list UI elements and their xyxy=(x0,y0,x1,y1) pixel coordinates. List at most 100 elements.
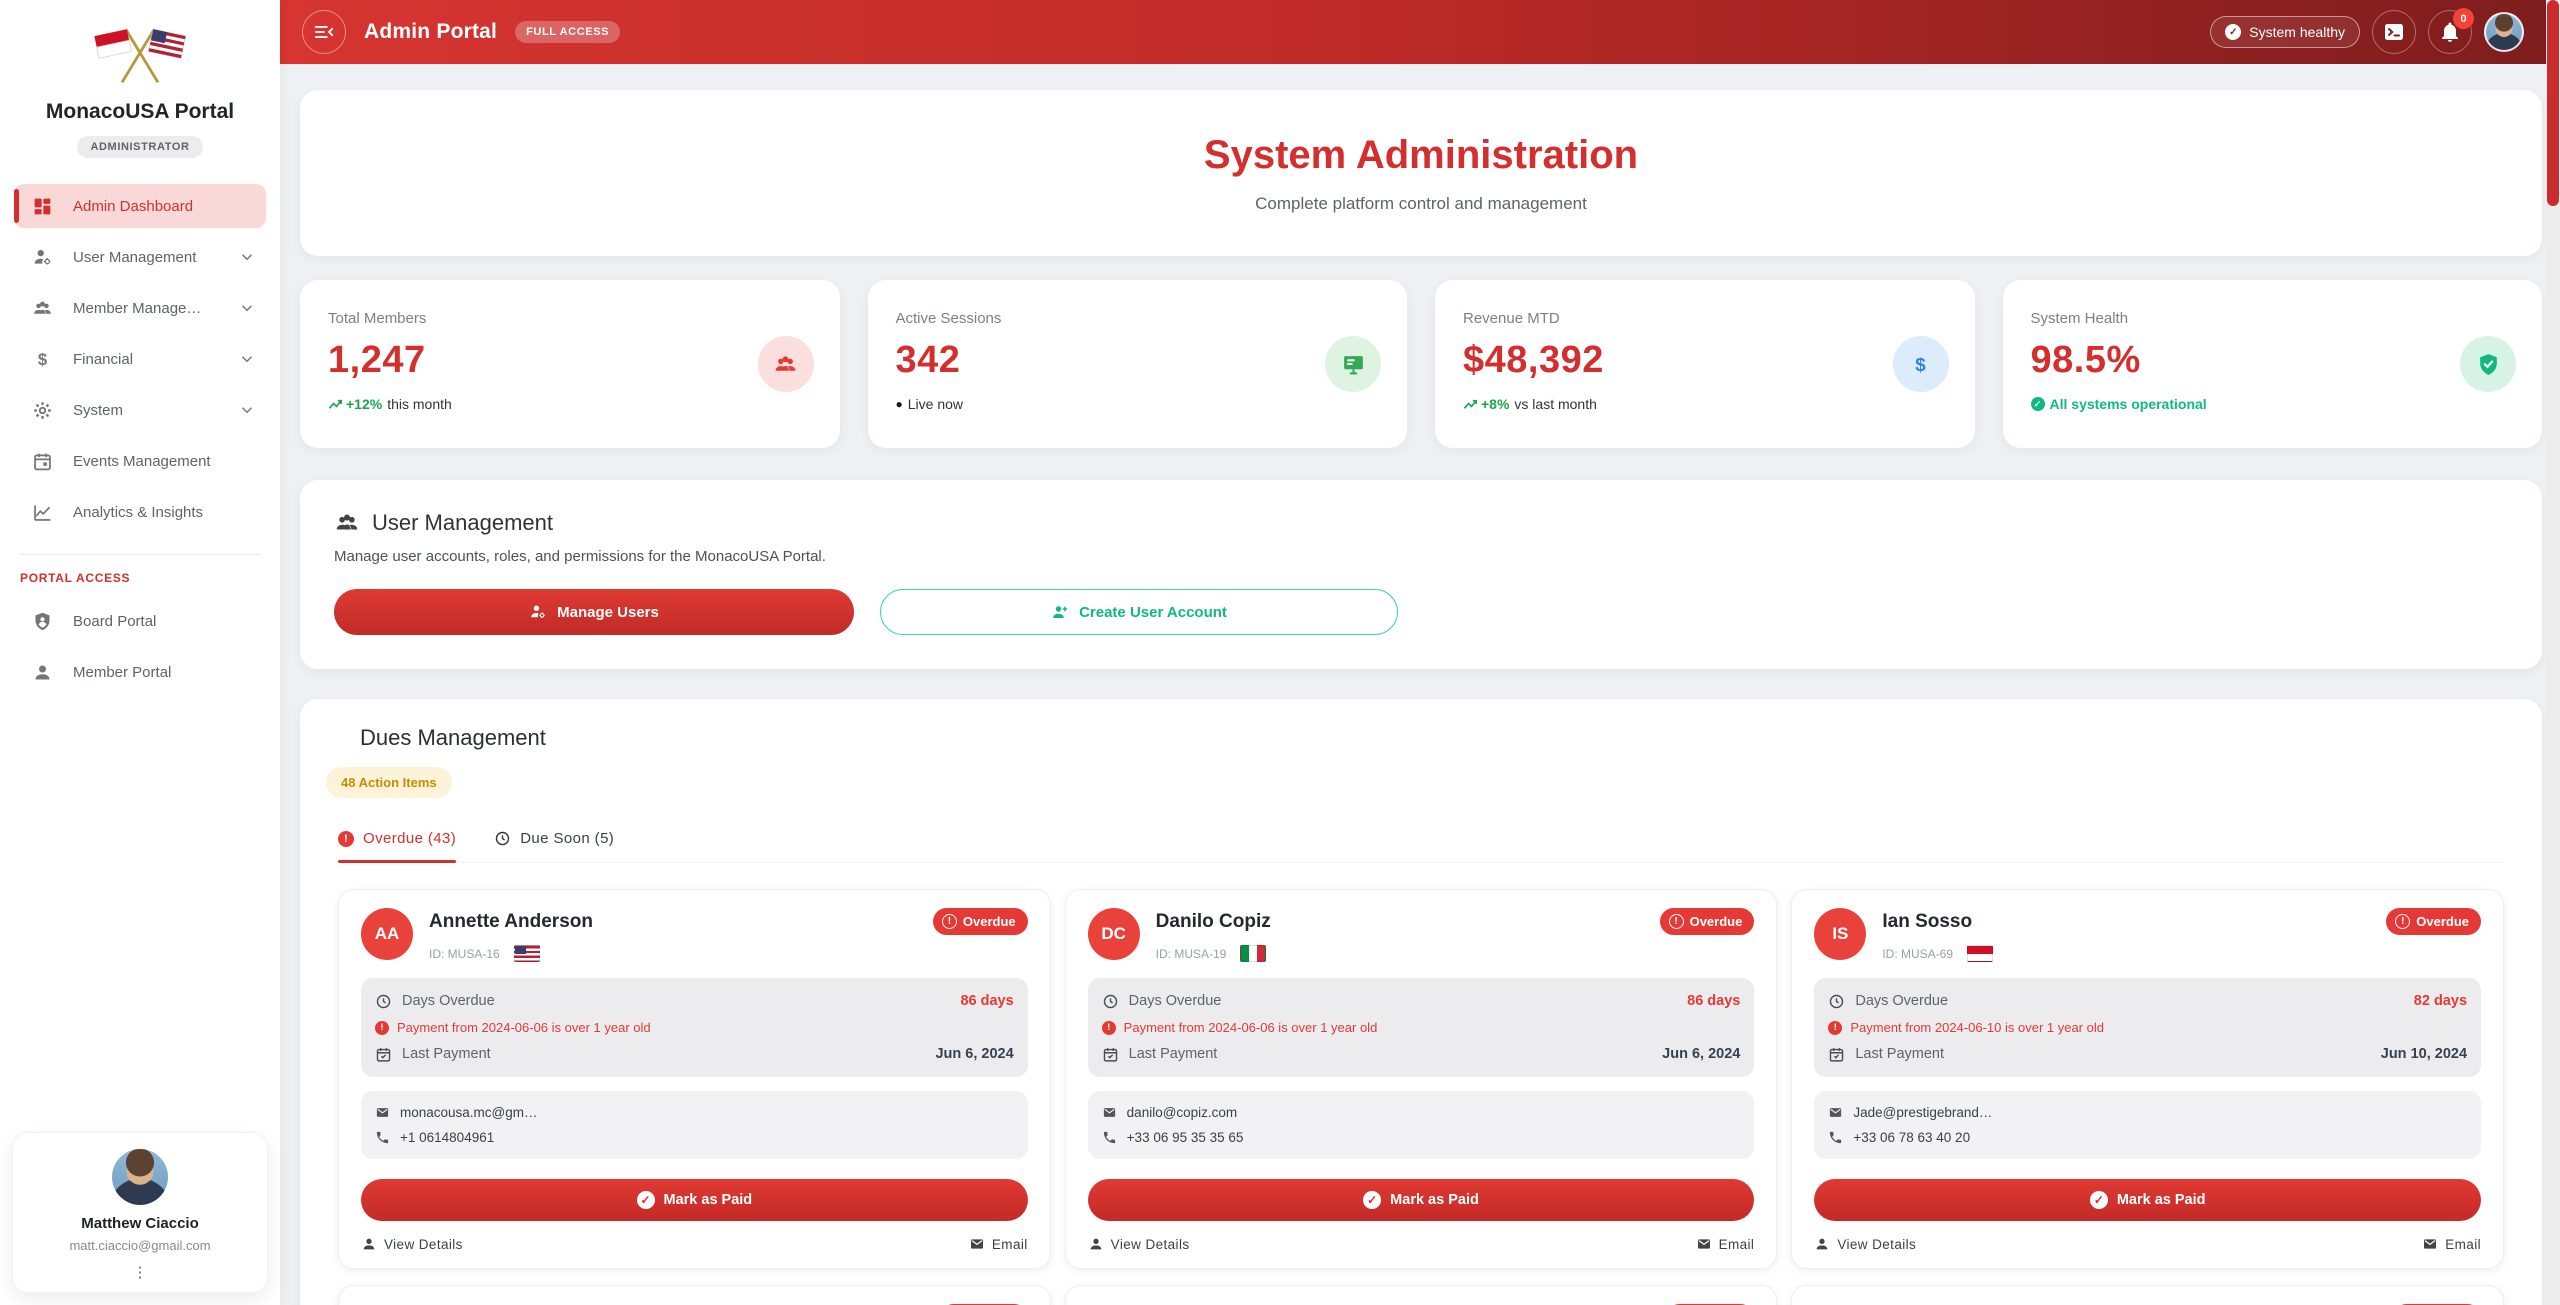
user-management-card: User Management Manage user accounts, ro… xyxy=(300,480,2542,669)
sidebar-item-admin-dashboard[interactable]: Admin Dashboard xyxy=(14,184,266,228)
us-flag-icon xyxy=(514,945,540,962)
menu-toggle-button[interactable] xyxy=(302,10,346,54)
notifications-button[interactable]: 0 xyxy=(2428,10,2472,54)
live-dot-icon: ● xyxy=(896,397,903,411)
revenue-dollar-icon: $ xyxy=(1893,336,1949,392)
calendar-icon xyxy=(32,451,53,472)
payment-info-box: Days Overdue 86 days ! Payment from 2024… xyxy=(1088,978,1755,1077)
terminal-button[interactable] xyxy=(2372,10,2416,54)
tab-due-soon[interactable]: Due Soon (5) xyxy=(494,830,614,862)
user-gear-icon xyxy=(529,603,547,621)
user-gear-icon xyxy=(32,247,53,268)
system-status-label: System healthy xyxy=(2249,24,2345,40)
member-card-footer: View Details Email xyxy=(1814,1236,2481,1252)
last-payment-row: Last Payment Jun 10, 2024 xyxy=(1828,1041,2467,1067)
days-overdue-row: Days Overdue 82 days xyxy=(1828,988,2467,1014)
status-badge: ! Overdue xyxy=(1660,908,1755,935)
member-email-row: monacousa.mc@gm… xyxy=(375,1100,1014,1125)
user-menu-kebab-icon[interactable]: ⋮ xyxy=(133,1263,148,1281)
view-details-button[interactable]: View Details xyxy=(1088,1236,1190,1252)
contact-box: Jade@prestigebrand… +33 06 78 63 40 20 xyxy=(1814,1091,2481,1159)
stat-value: $48,392 xyxy=(1463,339,1947,382)
stat-value: 1,247 xyxy=(328,339,812,382)
member-card-footer: View Details Email xyxy=(361,1236,1028,1252)
member-name: Annette Anderson xyxy=(429,908,593,933)
payment-info-box: Days Overdue 82 days ! Payment from 2024… xyxy=(1814,978,2481,1077)
member-card xyxy=(1791,1285,2504,1305)
last-payment-value: Jun 6, 2024 xyxy=(935,1046,1013,1062)
sidebar-item-member-portal[interactable]: Member Portal xyxy=(14,650,266,694)
user-avatar[interactable] xyxy=(2484,12,2524,52)
clock-icon xyxy=(1102,993,1119,1010)
stat-value: 98.5% xyxy=(2031,339,2515,382)
scrollbar-track[interactable] xyxy=(2546,0,2560,1305)
sidebar-item-label: Admin Dashboard xyxy=(73,198,193,215)
full-access-badge: FULL ACCESS xyxy=(515,21,620,43)
sidebar-item-system[interactable]: System xyxy=(14,388,266,432)
svg-text:$: $ xyxy=(38,349,47,368)
stat-label: System Health xyxy=(2031,310,2515,327)
member-card xyxy=(1065,1285,1778,1305)
chevron-down-icon xyxy=(238,248,256,266)
mail-icon xyxy=(969,1236,985,1252)
sidebar-item-board-portal[interactable]: Board Portal xyxy=(14,599,266,643)
days-overdue-value: 82 days xyxy=(2414,993,2467,1009)
status-badge-label: Overdue xyxy=(2416,914,2469,929)
manage-users-button[interactable]: Manage Users xyxy=(334,589,854,635)
sidebar-item-label: Member Portal xyxy=(73,664,171,681)
exclamation-icon: ! xyxy=(1828,1021,1842,1035)
health-shield-icon xyxy=(2460,336,2516,392)
portal-access-nav: Board Portal Member Portal xyxy=(0,599,280,694)
sidebar-item-member-management[interactable]: Member Manage… xyxy=(14,286,266,330)
scrollbar-thumb[interactable] xyxy=(2547,0,2559,206)
terminal-icon xyxy=(2382,20,2406,44)
mark-as-paid-button[interactable]: ✓ Mark as Paid xyxy=(361,1179,1028,1221)
member-header: DC Danilo Copiz ID: MUSA-19 ! Overdue xyxy=(1088,908,1755,962)
email-button[interactable]: Email xyxy=(1696,1236,1755,1252)
days-overdue-value: 86 days xyxy=(960,993,1013,1009)
stat-label: Revenue MTD xyxy=(1463,310,1947,327)
member-avatar: DC xyxy=(1088,908,1140,960)
sidebar-divider xyxy=(20,554,260,555)
exclamation-icon: ! xyxy=(942,914,957,929)
view-details-button[interactable]: View Details xyxy=(1814,1236,1916,1252)
tab-overdue[interactable]: ! Overdue (43) xyxy=(338,830,456,862)
mark-as-paid-button[interactable]: ✓ Mark as Paid xyxy=(1814,1179,2481,1221)
sidebar-item-analytics-insights[interactable]: Analytics & Insights xyxy=(14,490,266,534)
days-overdue-row: Days Overdue 86 days xyxy=(1102,988,1741,1014)
trend-up-icon: +12% xyxy=(328,396,382,412)
menu-open-icon xyxy=(313,21,335,43)
exclamation-icon: ! xyxy=(1669,914,1684,929)
email-button[interactable]: Email xyxy=(2422,1236,2481,1252)
contact-box: danilo@copiz.com +33 06 95 35 35 65 xyxy=(1088,1091,1755,1159)
email-button[interactable]: Email xyxy=(969,1236,1028,1252)
sidebar-item-label: Board Portal xyxy=(73,613,156,630)
hero-title: System Administration xyxy=(1204,133,1638,178)
member-phone-row: +1 0614804961 xyxy=(375,1125,1014,1150)
app-title: MonacoUSA Portal xyxy=(0,100,280,124)
stat-note: +8% vs last month xyxy=(1463,396,1947,412)
phone-icon xyxy=(1828,1130,1843,1145)
person-add-icon xyxy=(1051,603,1069,621)
create-user-account-button[interactable]: Create User Account xyxy=(880,589,1398,635)
sidebar-item-events-management[interactable]: Events Management xyxy=(14,439,266,483)
sidebar-item-financial[interactable]: $ Financial xyxy=(14,337,266,381)
mail-icon xyxy=(2422,1236,2438,1252)
contact-box: monacousa.mc@gm… +1 0614804961 xyxy=(361,1091,1028,1159)
dollar-icon: $ xyxy=(32,349,53,370)
member-avatar: AA xyxy=(361,908,413,960)
sidebar-nav: Admin Dashboard User Management Member M… xyxy=(0,184,280,534)
sidebar-item-user-management[interactable]: User Management xyxy=(14,235,266,279)
member-id: ID: MUSA-69 xyxy=(1882,947,1953,961)
member-phone-row: +33 06 78 63 40 20 xyxy=(1828,1125,2467,1150)
exclamation-icon: ! xyxy=(1102,1021,1116,1035)
stat-card-total-members: Total Members 1,247 +12% this month xyxy=(300,280,840,448)
view-details-button[interactable]: View Details xyxy=(361,1236,463,1252)
notification-count-badge: 0 xyxy=(2453,8,2474,29)
mark-as-paid-button[interactable]: ✓ Mark as Paid xyxy=(1088,1179,1755,1221)
calendar-icon xyxy=(1102,1046,1119,1063)
stat-card-active-sessions: Active Sessions 342 ● Live now xyxy=(868,280,1408,448)
person-icon xyxy=(1814,1236,1830,1252)
clock-icon xyxy=(1828,993,1845,1010)
portal-access-label: PORTAL ACCESS xyxy=(0,571,280,585)
